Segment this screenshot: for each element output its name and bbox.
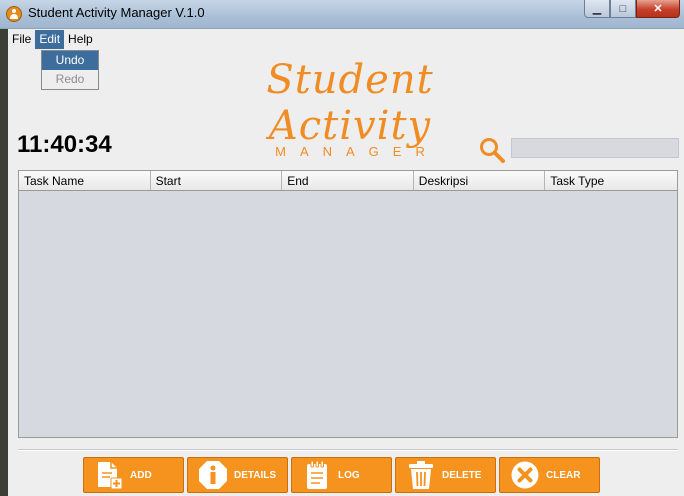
clear-x-icon (511, 461, 539, 489)
log-notepad-icon (307, 460, 327, 489)
window-titlebar[interactable]: Student Activity Manager V.1.0 ▁ □ ✕ (0, 0, 684, 29)
column-header-start[interactable]: Start (151, 171, 283, 190)
log-button[interactable]: LOG (291, 457, 392, 493)
maximize-button[interactable]: □ (610, 0, 636, 18)
search-input[interactable] (511, 138, 679, 158)
delete-button[interactable]: DELETE (395, 457, 496, 493)
menu-file[interactable]: File (8, 30, 35, 49)
add-button[interactable]: ADD (83, 457, 184, 493)
app-icon (6, 6, 22, 22)
edit-menu-dropdown: Undo Redo (41, 50, 99, 90)
info-icon (199, 461, 227, 489)
details-button-label: DETAILS (234, 469, 277, 481)
logo-subtitle: MANAGER (275, 144, 439, 159)
column-header-deskripsi[interactable]: Deskripsi (414, 171, 546, 190)
logo-title: Student Activity (266, 57, 434, 149)
app-client-area: File Edit Help Undo Redo Student Activit… (8, 29, 684, 496)
menu-help[interactable]: Help (64, 30, 97, 49)
minimize-button[interactable]: ▁ (584, 0, 610, 18)
menu-item-redo[interactable]: Redo (42, 70, 98, 89)
clock-display: 11:40:34 (17, 131, 112, 158)
trash-icon (409, 461, 433, 489)
menu-bar: File Edit Help (8, 29, 684, 50)
log-button-label: LOG (338, 469, 360, 481)
add-document-icon (98, 462, 123, 490)
window-controls: ▁ □ ✕ (584, 0, 680, 20)
details-button[interactable]: DETAILS (187, 457, 288, 493)
menu-item-undo[interactable]: Undo (42, 51, 98, 70)
clear-button-label: CLEAR (546, 469, 581, 481)
column-header-end[interactable]: End (282, 171, 414, 190)
menu-edit[interactable]: Edit (35, 30, 65, 49)
table-body[interactable] (19, 191, 677, 437)
table-header: Task Name Start End Deskripsi Task Type (19, 171, 677, 191)
divider (18, 449, 678, 451)
column-header-task-name[interactable]: Task Name (19, 171, 151, 190)
close-button[interactable]: ✕ (636, 0, 680, 18)
clear-button[interactable]: CLEAR (499, 457, 600, 493)
window-title: Student Activity Manager V.1.0 (28, 5, 205, 20)
column-header-task-type[interactable]: Task Type (545, 171, 677, 190)
add-button-label: ADD (130, 469, 152, 481)
task-table[interactable]: Task Name Start End Deskripsi Task Type (18, 170, 678, 438)
app-logo: Student Activity MANAGER (190, 57, 510, 159)
search-icon[interactable] (479, 137, 505, 163)
delete-button-label: DELETE (442, 469, 482, 481)
